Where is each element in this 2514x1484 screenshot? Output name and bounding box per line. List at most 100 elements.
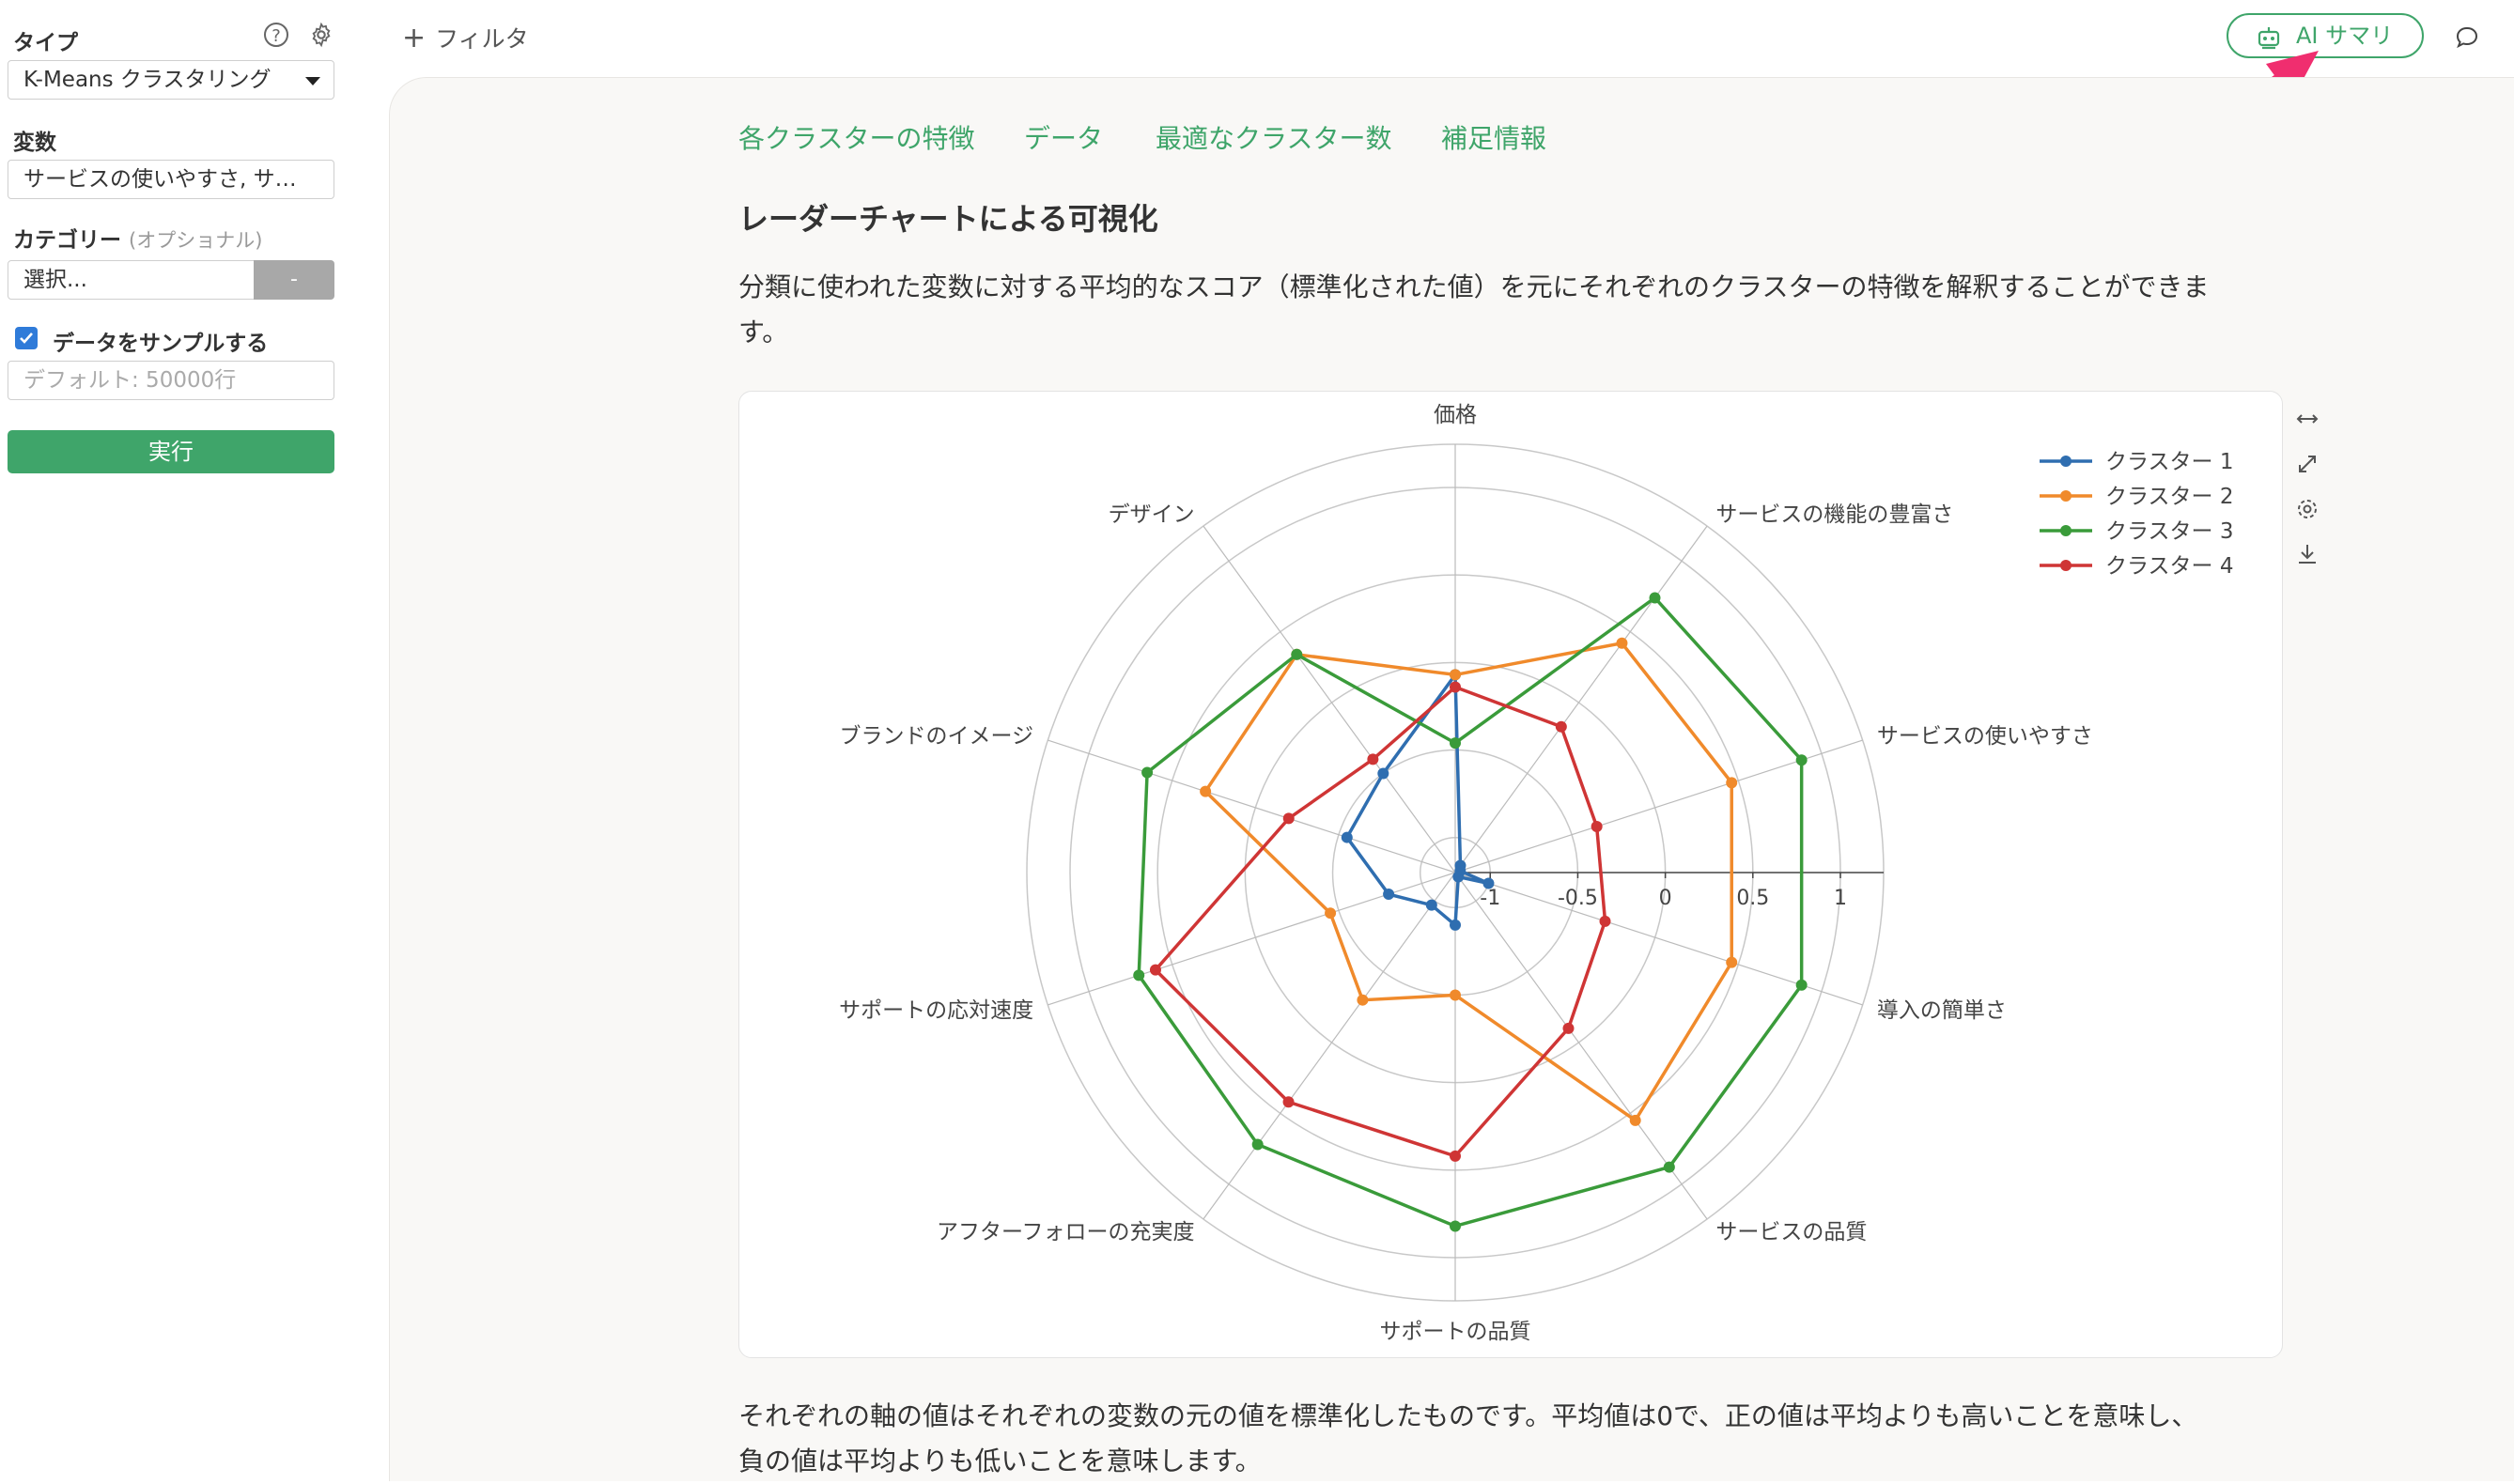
legend-marker: [2060, 525, 2072, 536]
legend-label: クラスター 2: [2105, 485, 2233, 509]
comment-icon[interactable]: [2454, 24, 2480, 51]
filter-button[interactable]: + フィルタ: [402, 21, 529, 54]
data-point: [1450, 919, 1461, 931]
data-point: [1450, 989, 1461, 1001]
category-label: カテゴリー (オプショナル): [13, 222, 262, 254]
data-point: [1726, 777, 1738, 789]
tab-optimal-clusters[interactable]: 最適なクラスター数: [1156, 118, 1391, 156]
footer-line-1: それぞれの軸の値はそれぞれの変数の元の値を標準化したものです。平均値は0で、正の…: [738, 1400, 2198, 1431]
data-point: [1200, 785, 1212, 797]
section-heading: レーダーチャートによる可視化: [738, 201, 1158, 237]
data-point: [1291, 648, 1303, 660]
data-point: [1452, 871, 1465, 883]
data-point: [1591, 821, 1603, 833]
data-point: [1726, 956, 1738, 968]
data-point: [1450, 669, 1461, 681]
series-line: [1344, 670, 1490, 929]
expand-width-icon[interactable]: [2294, 406, 2320, 432]
filter-label: フィルタ: [435, 25, 529, 53]
axis-label: サービスの機能の豊富さ: [1715, 502, 1953, 527]
sample-checkbox[interactable]: [15, 327, 38, 349]
variables-value: サービスの使いやすさ, サ…: [23, 167, 297, 192]
tab-data[interactable]: データ: [1024, 118, 1103, 156]
axis-label: 導入の簡単さ: [1877, 998, 2007, 1023]
chart-settings-icon[interactable]: [2294, 496, 2320, 522]
series-line: [1203, 641, 1733, 1123]
axis-label: サービスの使いやすさ: [1877, 724, 2093, 749]
series-line: [1153, 685, 1607, 1158]
data-point: [1425, 899, 1437, 911]
data-point: [1795, 754, 1808, 766]
legend-label: クラスター 4: [2105, 554, 2233, 579]
radial-tick-label: -1: [1480, 887, 1500, 910]
data-point: [1663, 1161, 1675, 1173]
legend-label: クラスター 1: [2105, 450, 2233, 474]
tab-supplementary-info[interactable]: 補足情報: [1441, 118, 1546, 156]
data-point: [1482, 877, 1495, 889]
data-point: [1795, 979, 1808, 991]
checkmark-icon: [20, 332, 33, 344]
data-point: [1357, 994, 1369, 1006]
footer-text: それぞれの軸の値はそれぞれの変数の元の値を標準化したものです。平均値は0で、正の…: [738, 1394, 2289, 1484]
legend-marker: [2060, 560, 2072, 571]
radial-tick-label: 1: [1834, 887, 1847, 910]
data-point: [1649, 592, 1661, 604]
legend-marker: [2060, 490, 2072, 502]
variables-field[interactable]: サービスの使いやすさ, サ…: [8, 160, 334, 199]
data-point: [1450, 681, 1461, 693]
intro-line-2: す。: [738, 317, 789, 348]
intro-line-1: 分類に使われた変数に対する平均的なスコア（標準化された値）を元にそれぞれのクラス…: [738, 271, 2210, 302]
category-label-text: カテゴリー: [13, 228, 121, 253]
gear-icon[interactable]: [308, 22, 334, 48]
data-point: [1133, 969, 1145, 982]
data-point: [1629, 1114, 1641, 1126]
data-point: [1450, 1220, 1461, 1232]
download-icon[interactable]: [2294, 541, 2320, 567]
help-icon[interactable]: ?: [264, 23, 288, 47]
category-placeholder: 選択...: [23, 268, 87, 292]
data-point: [1562, 1022, 1575, 1034]
data-point: [1616, 637, 1628, 649]
data-point: [1282, 812, 1295, 825]
data-point: [1599, 915, 1611, 927]
category-input[interactable]: 選択...: [8, 260, 256, 300]
radial-tick-label: -0.5: [1558, 887, 1598, 910]
sample-size-placeholder: デフォルト: 50000行: [23, 368, 237, 393]
axis-spoke: [1048, 872, 1456, 1006]
axis-label: サポートの品質: [1380, 1320, 1531, 1344]
data-point: [1383, 889, 1395, 901]
tab-cluster-features[interactable]: 各クラスターの特徴: [738, 118, 974, 156]
category-optional-text: (オプショナル): [129, 229, 263, 252]
legend-marker: [2060, 456, 2072, 467]
sample-size-input[interactable]: デフォルト: 50000行: [8, 361, 334, 400]
data-point: [1325, 907, 1337, 920]
run-button[interactable]: 実行: [8, 430, 334, 473]
footer-line-2: 負の値は平均よりも低いことを意味します。: [738, 1445, 1262, 1476]
data-point: [1555, 720, 1567, 733]
sample-label[interactable]: データをサンプルする: [53, 325, 268, 357]
chart-card: -1 -0.5 0 0.5 1 価格 サービスの機能の豊富さ サービスの使いやすさ 導入の簡単さ…: [738, 391, 2283, 1358]
type-select[interactable]: K-Means クラスタリング: [8, 60, 334, 100]
category-clear-button[interactable]: -: [254, 260, 334, 300]
data-point: [1149, 964, 1161, 976]
plus-icon: +: [402, 22, 427, 54]
data-point: [1141, 766, 1154, 779]
data-point: [1450, 737, 1461, 750]
data-point: [1367, 753, 1379, 765]
axis-label: デザイン: [1109, 502, 1195, 527]
axis-label: サービスの品質: [1715, 1220, 1867, 1244]
chevron-down-icon: [305, 77, 320, 85]
axis-label: ブランドのイメージ: [840, 724, 1034, 749]
fullscreen-icon[interactable]: [2294, 451, 2320, 477]
radar-chart: -1 -0.5 0 0.5 1 価格サービスの機能の豊富さサービスの使いやすさ導入の簡単さ…: [839, 403, 2233, 1344]
data-point: [1341, 831, 1353, 843]
axis-label: アフターフォローの充実度: [937, 1220, 1195, 1244]
radial-tick-label: 0.5: [1736, 887, 1769, 910]
data-point: [1282, 1096, 1295, 1108]
data-point: [1251, 1138, 1264, 1151]
data-point: [1450, 1150, 1461, 1162]
intro-text: 分類に使われた変数に対する平均的なスコア（標準化された値）を元にそれぞれのクラス…: [738, 265, 2289, 355]
data-point: [1377, 767, 1389, 780]
axis-label: 価格: [1434, 403, 1477, 427]
sidebar: タイプ ? K-Means クラスタリング 変数 サービスの使いやすさ, サ… …: [0, 0, 348, 1480]
